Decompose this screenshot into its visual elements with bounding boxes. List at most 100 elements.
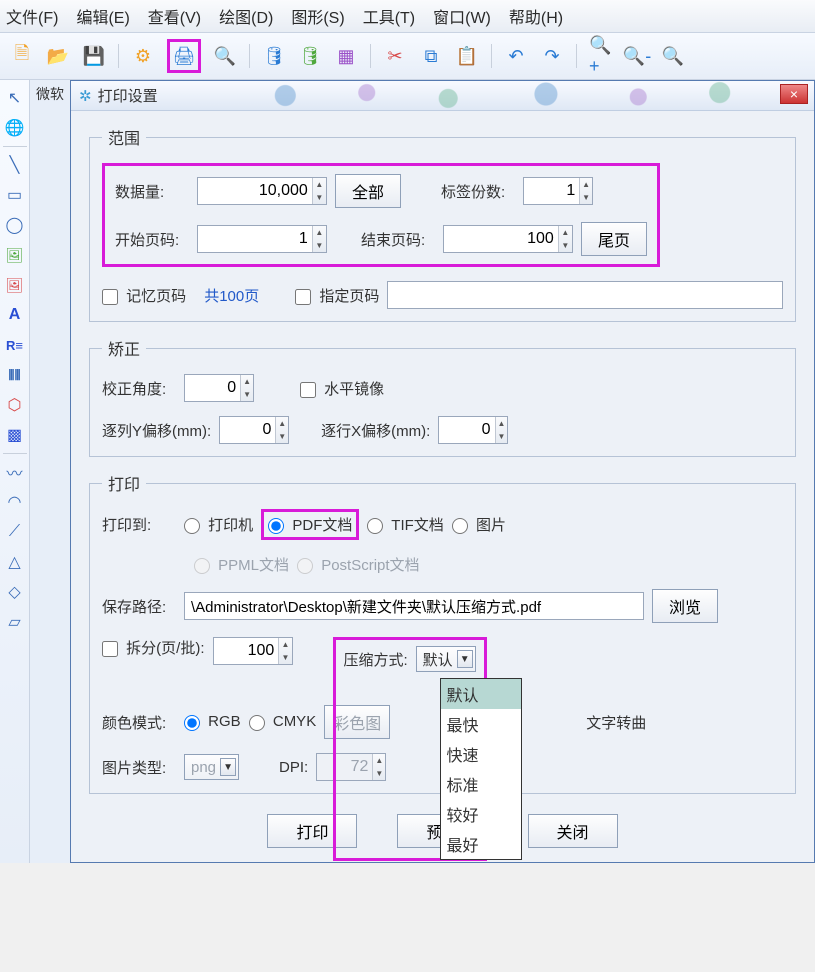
spin-up-icon[interactable]: ▲: [241, 375, 253, 388]
diamond-tool-icon[interactable]: ◇: [3, 580, 27, 604]
pan-tool-icon[interactable]: 🌐: [3, 116, 27, 140]
split-checkbox[interactable]: 拆分(页/批):: [102, 637, 205, 658]
new-file-icon[interactable]: 🗎: [10, 44, 34, 68]
text-tool-icon[interactable]: A: [3, 303, 27, 327]
gear-icon[interactable]: ⚙: [131, 44, 155, 68]
hexagon-tool-icon[interactable]: ⬡: [3, 393, 27, 417]
spin-down-icon[interactable]: ▼: [496, 430, 508, 443]
database-link-icon[interactable]: 🛢: [298, 44, 322, 68]
grid-icon[interactable]: ▦: [334, 44, 358, 68]
curve-tool-icon[interactable]: 〰: [3, 460, 27, 484]
spin-down-icon[interactable]: ▼: [276, 430, 288, 443]
total-pages-text: 共100页: [204, 285, 259, 306]
specify-page-input[interactable]: [387, 281, 783, 309]
compression-option[interactable]: 较好: [441, 799, 521, 829]
spin-down-icon[interactable]: ▼: [559, 239, 572, 252]
database-icon[interactable]: 🛢: [262, 44, 286, 68]
spin-down-icon[interactable]: ▼: [313, 191, 326, 204]
spin-down-icon[interactable]: ▼: [580, 191, 592, 204]
specify-page-checkbox[interactable]: 指定页码: [295, 285, 379, 306]
col-offset-input[interactable]: [220, 417, 275, 443]
menu-tool[interactable]: 工具(T): [363, 4, 415, 28]
menu-file[interactable]: 文件(F): [6, 4, 58, 28]
end-page-input[interactable]: [444, 226, 558, 252]
cut-icon[interactable]: ✂: [383, 44, 407, 68]
separator-icon: [249, 44, 250, 68]
menu-view[interactable]: 查看(V): [148, 4, 201, 28]
spin-up-icon[interactable]: ▲: [580, 178, 592, 191]
print-icon[interactable]: 🖨: [172, 44, 196, 68]
remember-page-checkbox[interactable]: 记忆页码: [102, 285, 186, 306]
angle-label: 校正角度:: [102, 378, 176, 399]
dpi-label: DPI:: [279, 759, 308, 776]
undo-icon[interactable]: ↶: [504, 44, 528, 68]
spin-up-icon[interactable]: ▲: [559, 226, 572, 239]
zoom-in-icon[interactable]: 🔍+: [589, 44, 613, 68]
spin-down-icon[interactable]: ▼: [241, 388, 253, 401]
rgb-radio[interactable]: RGB: [184, 713, 241, 730]
opt-tif-radio[interactable]: TIF文档: [367, 514, 443, 535]
opt-img-radio[interactable]: 图片: [452, 514, 506, 535]
menu-draw[interactable]: 绘图(D): [219, 4, 273, 28]
spin-up-icon[interactable]: ▲: [313, 178, 326, 191]
start-page-input[interactable]: [198, 226, 312, 252]
opt-pdf-radio[interactable]: PDF文档: [268, 514, 352, 535]
rect-tool-icon[interactable]: ▭: [3, 183, 27, 207]
spin-up-icon[interactable]: ▲: [496, 417, 508, 430]
parallelogram-tool-icon[interactable]: ▱: [3, 610, 27, 634]
menu-window[interactable]: 窗口(W): [433, 4, 491, 28]
copies-input[interactable]: [524, 178, 579, 204]
triangle-tool-icon[interactable]: △: [3, 550, 27, 574]
last-page-button[interactable]: 尾页: [581, 222, 647, 256]
zoom-out-icon[interactable]: 🔍-: [625, 44, 649, 68]
print-highlight: 🖨: [167, 39, 201, 73]
chevron-down-icon[interactable]: ▼: [457, 650, 473, 668]
angle-input[interactable]: [185, 375, 240, 401]
spin-up-icon[interactable]: ▲: [279, 638, 291, 651]
line-tool-icon[interactable]: ╲: [3, 153, 27, 177]
compression-option[interactable]: 最好: [441, 829, 521, 859]
text-curve-checkbox[interactable]: 文字转曲: [586, 712, 646, 733]
copy-icon[interactable]: ⧉: [419, 44, 443, 68]
data-qty-input[interactable]: [198, 178, 312, 204]
richtext-tool-icon[interactable]: R≡: [3, 333, 27, 357]
image-tool-icon[interactable]: 🖼: [3, 243, 27, 267]
close-button[interactable]: 关闭: [528, 814, 618, 848]
compression-select[interactable]: 默认 ▼: [416, 646, 476, 672]
qrcode-tool-icon[interactable]: ▩: [3, 423, 27, 447]
select-tool-icon[interactable]: ↖: [3, 86, 27, 110]
image2-tool-icon[interactable]: 🖼: [3, 273, 27, 297]
spin-down-icon[interactable]: ▼: [279, 651, 291, 664]
cmyk-radio[interactable]: CMYK: [249, 713, 317, 730]
row-offset-input[interactable]: [439, 417, 494, 443]
spin-up-icon[interactable]: ▲: [313, 226, 326, 239]
dialog-close-button[interactable]: ×: [780, 84, 808, 104]
redo-icon[interactable]: ↷: [540, 44, 564, 68]
browse-button[interactable]: 浏览: [652, 589, 718, 623]
spin-down-icon[interactable]: ▼: [313, 239, 326, 252]
arc-tool-icon[interactable]: ◠: [3, 490, 27, 514]
polyline-tool-icon[interactable]: ⟋: [3, 520, 27, 544]
compression-option[interactable]: 最快: [441, 709, 521, 739]
menu-edit[interactable]: 编辑(E): [76, 4, 129, 28]
paste-icon[interactable]: 📋: [455, 44, 479, 68]
compression-option[interactable]: 标准: [441, 769, 521, 799]
path-input[interactable]: [184, 592, 644, 620]
menu-shape[interactable]: 图形(S): [291, 4, 344, 28]
all-button[interactable]: 全部: [335, 174, 401, 208]
split-input[interactable]: [214, 638, 279, 664]
save-icon[interactable]: 💾: [82, 44, 106, 68]
spin-up-icon[interactable]: ▲: [276, 417, 288, 430]
barcode-tool-icon[interactable]: ⦀⦀: [3, 363, 27, 387]
print-preview-icon[interactable]: 🔍: [213, 44, 237, 68]
ellipse-tool-icon[interactable]: ◯: [3, 213, 27, 237]
document-tab[interactable]: 微软: [30, 80, 70, 863]
mirror-checkbox[interactable]: 水平镜像: [300, 378, 384, 399]
zoom-fit-icon[interactable]: 🔍: [661, 44, 685, 68]
open-file-icon[interactable]: 📂: [46, 44, 70, 68]
menu-help[interactable]: 帮助(H): [509, 4, 563, 28]
separator-icon: [3, 146, 27, 147]
compression-option[interactable]: 快速: [441, 739, 521, 769]
opt-printer-radio[interactable]: 打印机: [184, 514, 253, 535]
compression-option[interactable]: 默认: [441, 679, 521, 709]
